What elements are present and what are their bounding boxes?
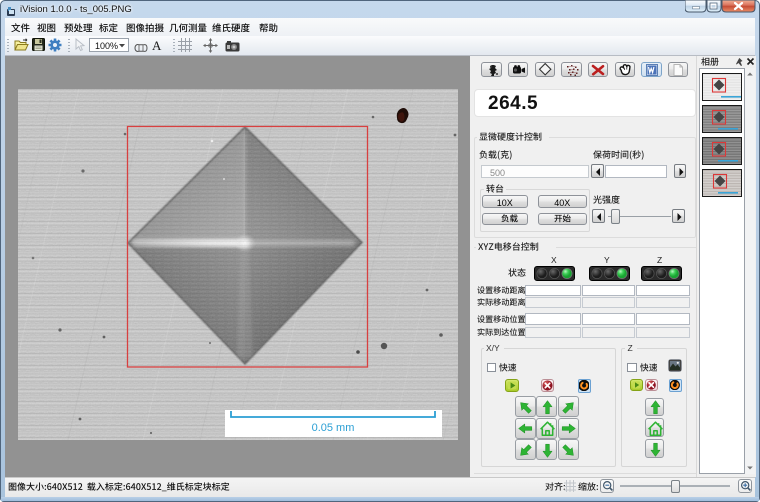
svg-text:0.05 mm: 0.05 mm [312,422,355,434]
